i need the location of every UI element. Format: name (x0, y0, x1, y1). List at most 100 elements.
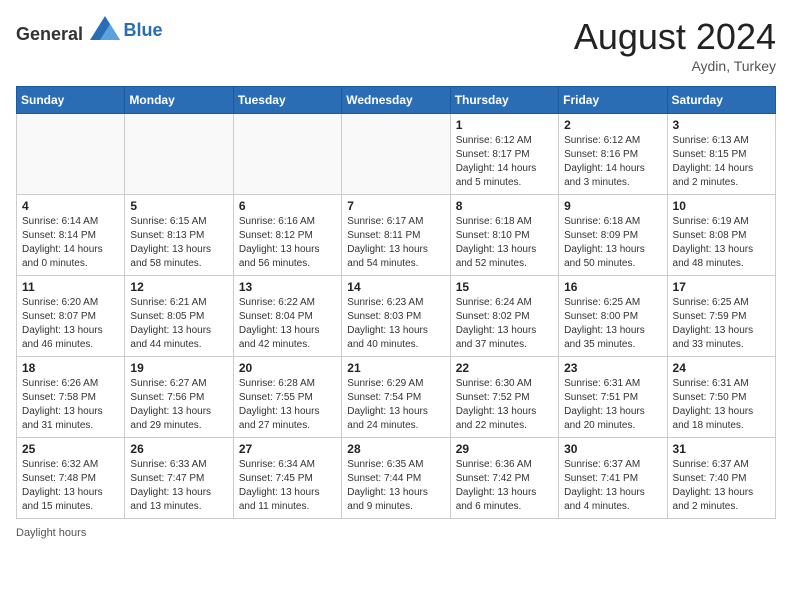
calendar-header-row: Sunday Monday Tuesday Wednesday Thursday… (17, 87, 776, 114)
day-number: 17 (673, 280, 770, 294)
day-info: Sunrise: 6:18 AM Sunset: 8:10 PM Dayligh… (456, 215, 553, 271)
calendar-week-row: 25 Sunrise: 6:32 AM Sunset: 7:48 PM Dayli… (17, 438, 776, 519)
table-row: 6Sunrise: 6:16 AM Sunset: 8:12 PM Daylig… (233, 195, 341, 276)
day-number: 14 (347, 280, 444, 294)
day-info: Sunrise: 6:31 AM Sunset: 7:50 PM Dayligh… (673, 377, 770, 433)
day-info: Sunrise: 6:33 AM Sunset: 7:47 PM Dayligh… (130, 458, 227, 514)
table-row: 30 Sunrise: 6:37 AM Sunset: 7:41 PM Dayli… (559, 438, 667, 519)
table-row: 22 Sunrise: 6:30 AM Sunset: 7:52 PM Dayli… (450, 357, 558, 438)
day-number: 25 (22, 442, 119, 456)
table-row: 7 Sunrise: 6:17 AM Sunset: 8:11 PM Daylig… (342, 195, 450, 276)
day-number: 2 (564, 118, 661, 132)
day-info: Sunrise: 6:19 AM Sunset: 8:08 PM Dayligh… (673, 215, 770, 271)
day-number: 9 (564, 199, 661, 213)
day-number: 28 (347, 442, 444, 456)
table-row: 18 Sunrise: 6:26 AM Sunset: 7:58 PM Dayli… (17, 357, 125, 438)
table-row: 25 Sunrise: 6:32 AM Sunset: 7:48 PM Dayli… (17, 438, 125, 519)
day-number: 23 (564, 361, 661, 375)
day-number: 8 (456, 199, 553, 213)
table-row: 5Sunrise: 6:15 AM Sunset: 8:13 PM Daylig… (125, 195, 233, 276)
calendar-week-row: 1 Sunrise: 6:12 AM Sunset: 8:17 PM Daylig… (17, 114, 776, 195)
day-info: Sunrise: 6:24 AM Sunset: 8:02 PM Dayligh… (456, 296, 553, 352)
day-number: 29 (456, 442, 553, 456)
day-number: 7 (347, 199, 444, 213)
day-number: 13 (239, 280, 336, 294)
day-number: 20 (239, 361, 336, 375)
day-number: 15 (456, 280, 553, 294)
day-number: 18 (22, 361, 119, 375)
day-number: 12 (130, 280, 227, 294)
header-friday: Friday (559, 87, 667, 114)
header-thursday: Thursday (450, 87, 558, 114)
day-number: 30 (564, 442, 661, 456)
table-row: 13 Sunrise: 6:22 AM Sunset: 8:04 PM Dayli… (233, 276, 341, 357)
table-row: 16 Sunrise: 6:25 AM Sunset: 8:00 PM Dayli… (559, 276, 667, 357)
day-info: Sunrise: 6:27 AM Sunset: 7:56 PM Dayligh… (130, 377, 227, 433)
day-info: Sunrise: 6:25 AM Sunset: 8:00 PM Dayligh… (564, 296, 661, 352)
table-row: 17 Sunrise: 6:25 AM Sunset: 7:59 PM Dayli… (667, 276, 775, 357)
table-row (342, 114, 450, 195)
table-row: 20 Sunrise: 6:28 AM Sunset: 7:55 PM Dayli… (233, 357, 341, 438)
day-info: Sunrise: 6:26 AM Sunset: 7:58 PM Dayligh… (22, 377, 119, 433)
table-row: 21 Sunrise: 6:29 AM Sunset: 7:54 PM Dayli… (342, 357, 450, 438)
table-row: 26Sunrise: 6:33 AM Sunset: 7:47 PM Dayli… (125, 438, 233, 519)
day-number: 22 (456, 361, 553, 375)
day-info: Sunrise: 6:31 AM Sunset: 7:51 PM Dayligh… (564, 377, 661, 433)
table-row: 10 Sunrise: 6:19 AM Sunset: 8:08 PM Dayli… (667, 195, 775, 276)
day-info: Sunrise: 6:23 AM Sunset: 8:03 PM Dayligh… (347, 296, 444, 352)
logo: General Blue (16, 16, 163, 45)
table-row: 31 Sunrise: 6:37 AM Sunset: 7:40 PM Dayli… (667, 438, 775, 519)
header-tuesday: Tuesday (233, 87, 341, 114)
day-info: Sunrise: 6:12 AM Sunset: 8:17 PM Dayligh… (456, 134, 553, 190)
day-info: Sunrise: 6:13 AM Sunset: 8:15 PM Dayligh… (673, 134, 770, 190)
day-number: 16 (564, 280, 661, 294)
daylight-label: Daylight hours (16, 527, 86, 539)
table-row: 3 Sunrise: 6:13 AM Sunset: 8:15 PM Daylig… (667, 114, 775, 195)
day-info: Sunrise: 6:36 AM Sunset: 7:42 PM Dayligh… (456, 458, 553, 514)
day-info: Sunrise: 6:37 AM Sunset: 7:41 PM Dayligh… (564, 458, 661, 514)
day-number: 1 (456, 118, 553, 132)
table-row: 8 Sunrise: 6:18 AM Sunset: 8:10 PM Daylig… (450, 195, 558, 276)
logo-blue: Blue (124, 20, 163, 40)
table-row: 9Sunrise: 6:18 AM Sunset: 8:09 PM Daylig… (559, 195, 667, 276)
logo-icon (90, 16, 120, 40)
day-info: Sunrise: 6:22 AM Sunset: 8:04 PM Dayligh… (239, 296, 336, 352)
table-row: 23 Sunrise: 6:31 AM Sunset: 7:51 PM Dayli… (559, 357, 667, 438)
day-info: Sunrise: 6:21 AM Sunset: 8:05 PM Dayligh… (130, 296, 227, 352)
table-row: 14 Sunrise: 6:23 AM Sunset: 8:03 PM Dayli… (342, 276, 450, 357)
table-row: 2 Sunrise: 6:12 AM Sunset: 8:16 PM Daylig… (559, 114, 667, 195)
location: Aydin, Turkey (574, 58, 776, 74)
table-row: 29 Sunrise: 6:36 AM Sunset: 7:42 PM Dayli… (450, 438, 558, 519)
day-info: Sunrise: 6:32 AM Sunset: 7:48 PM Dayligh… (22, 458, 119, 514)
header-saturday: Saturday (667, 87, 775, 114)
day-number: 11 (22, 280, 119, 294)
day-info: Sunrise: 6:15 AM Sunset: 8:13 PM Dayligh… (130, 215, 227, 271)
day-info: Sunrise: 6:30 AM Sunset: 7:52 PM Dayligh… (456, 377, 553, 433)
day-info: Sunrise: 6:35 AM Sunset: 7:44 PM Dayligh… (347, 458, 444, 514)
day-number: 24 (673, 361, 770, 375)
day-info: Sunrise: 6:29 AM Sunset: 7:54 PM Dayligh… (347, 377, 444, 433)
footer: Daylight hours (16, 527, 776, 539)
day-number: 31 (673, 442, 770, 456)
day-number: 3 (673, 118, 770, 132)
table-row: 1 Sunrise: 6:12 AM Sunset: 8:17 PM Daylig… (450, 114, 558, 195)
header-monday: Monday (125, 87, 233, 114)
day-info: Sunrise: 6:37 AM Sunset: 7:40 PM Dayligh… (673, 458, 770, 514)
month-year: August 2024 (574, 16, 776, 58)
day-number: 19 (130, 361, 227, 375)
day-info: Sunrise: 6:34 AM Sunset: 7:45 PM Dayligh… (239, 458, 336, 514)
table-row (233, 114, 341, 195)
day-info: Sunrise: 6:17 AM Sunset: 8:11 PM Dayligh… (347, 215, 444, 271)
day-number: 10 (673, 199, 770, 213)
header-sunday: Sunday (17, 87, 125, 114)
day-info: Sunrise: 6:12 AM Sunset: 8:16 PM Dayligh… (564, 134, 661, 190)
day-info: Sunrise: 6:28 AM Sunset: 7:55 PM Dayligh… (239, 377, 336, 433)
table-row: 28 Sunrise: 6:35 AM Sunset: 7:44 PM Dayli… (342, 438, 450, 519)
day-info: Sunrise: 6:25 AM Sunset: 7:59 PM Dayligh… (673, 296, 770, 352)
table-row: 12 Sunrise: 6:21 AM Sunset: 8:05 PM Dayli… (125, 276, 233, 357)
table-row (125, 114, 233, 195)
calendar-week-row: 18 Sunrise: 6:26 AM Sunset: 7:58 PM Dayli… (17, 357, 776, 438)
calendar-table: Sunday Monday Tuesday Wednesday Thursday… (16, 86, 776, 519)
day-number: 21 (347, 361, 444, 375)
day-number: 6 (239, 199, 336, 213)
